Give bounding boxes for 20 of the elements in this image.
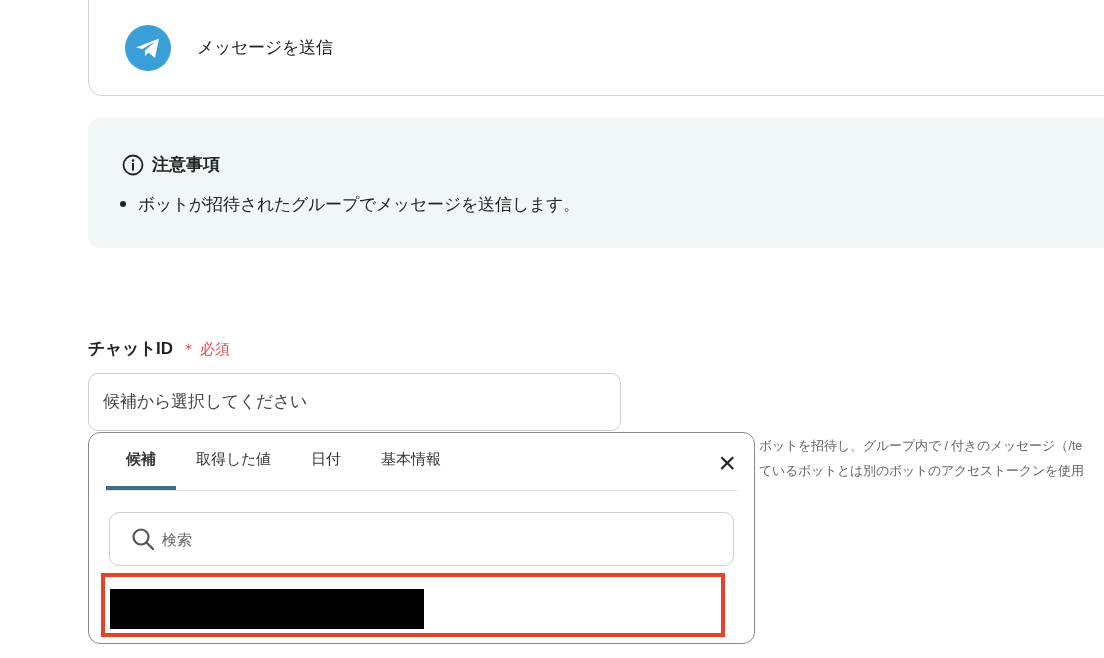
action-label: メッセージを送信	[197, 37, 333, 60]
close-button[interactable]: ×	[718, 445, 736, 481]
required-mark: ＊	[181, 338, 196, 359]
field-label: チャットID	[88, 338, 173, 360]
search-icon	[131, 527, 155, 551]
dropdown-tab[interactable]: 日付	[291, 432, 361, 490]
notice-title: 注意事項	[152, 154, 220, 176]
help-text: ているボットとは別のボットのアクセストークンを使用	[759, 463, 1084, 480]
bullet-icon	[120, 201, 126, 208]
help-text: ボットを招待し、グループ内で / 付きのメッセージ（/te	[759, 438, 1083, 455]
dropdown-tab[interactable]: 基本情報	[361, 432, 461, 490]
search-field[interactable]: 検索	[109, 512, 734, 566]
option-row[interactable]	[101, 573, 725, 637]
paper-plane-icon	[125, 25, 171, 71]
required-label: 必須	[200, 338, 230, 359]
dropdown-tab[interactable]: 取得した値	[176, 432, 291, 490]
notice-item: ボットが招待されたグループでメッセージを送信します。	[138, 193, 580, 216]
dropdown-tab[interactable]: 候補	[106, 432, 176, 490]
info-icon	[122, 153, 144, 176]
chat-id-field[interactable]: 候補から選択してください	[88, 373, 621, 431]
